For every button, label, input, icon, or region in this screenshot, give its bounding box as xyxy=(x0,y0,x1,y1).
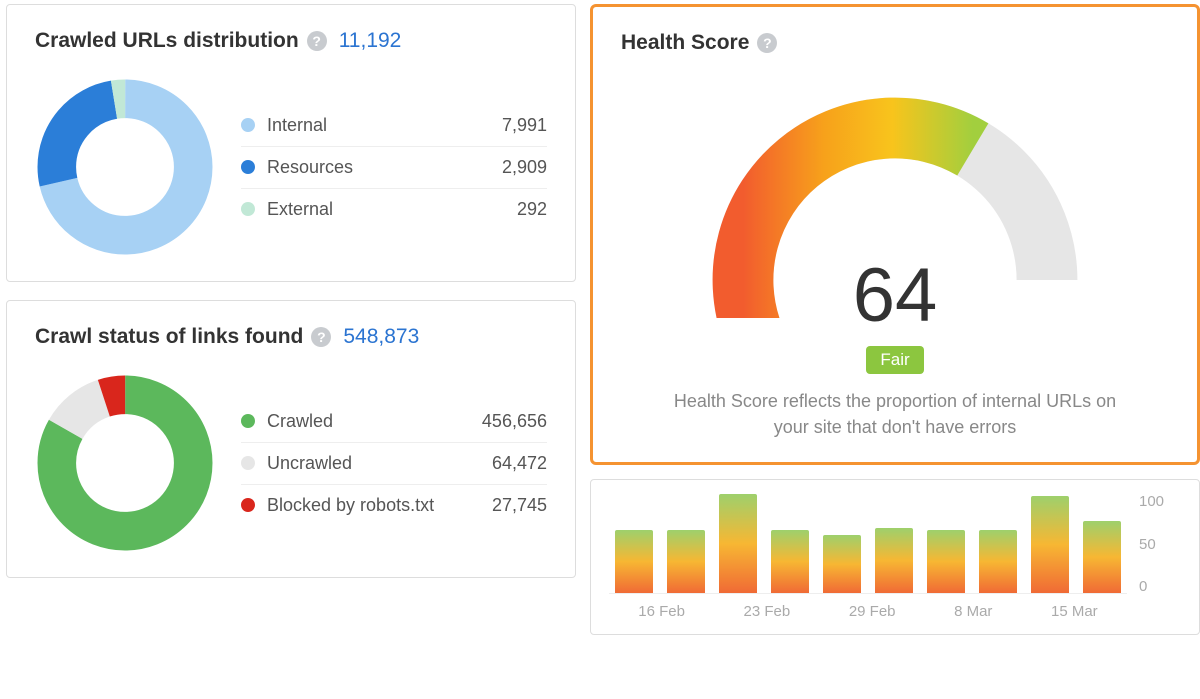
y-tick: 100 xyxy=(1139,494,1181,509)
help-icon[interactable]: ? xyxy=(311,327,331,347)
history-bar[interactable] xyxy=(1083,521,1121,593)
legend-swatch xyxy=(241,414,255,428)
legend-swatch xyxy=(241,456,255,470)
history-bar[interactable] xyxy=(667,530,705,593)
panel-total[interactable]: 11,192 xyxy=(339,29,402,53)
x-tick: 8 Mar xyxy=(954,603,992,620)
panel-header: Health Score ? xyxy=(621,31,1169,55)
legend-row[interactable]: Internal 7,991 xyxy=(241,105,547,147)
health-history-panel: 16 Feb 23 Feb 29 Feb 8 Mar 15 Mar 100 50 0 xyxy=(590,479,1200,635)
legend-label: Resources xyxy=(267,157,353,178)
health-score-description: Health Score reflects the proportion of … xyxy=(665,388,1125,440)
crawled-urls-legend: Internal 7,991 Resources 2,909 External 292 xyxy=(241,105,547,230)
legend-value: 7,991 xyxy=(502,115,547,136)
legend-label: Uncrawled xyxy=(267,453,352,474)
help-icon[interactable]: ? xyxy=(757,33,777,53)
crawl-status-donut xyxy=(35,373,215,553)
legend-row[interactable]: External 292 xyxy=(241,189,547,230)
history-x-axis: 16 Feb 23 Feb 29 Feb 8 Mar 15 Mar xyxy=(609,598,1127,624)
health-score-panel: Health Score ? xyxy=(590,4,1200,465)
legend-label: External xyxy=(267,199,333,220)
history-y-axis: 100 50 0 xyxy=(1139,494,1181,624)
history-bar[interactable] xyxy=(771,530,809,593)
legend-row[interactable]: Crawled 456,656 xyxy=(241,401,547,443)
panel-title: Crawled URLs distribution xyxy=(35,29,299,53)
y-tick: 0 xyxy=(1139,579,1181,594)
history-bar[interactable] xyxy=(927,530,965,593)
legend-swatch xyxy=(241,202,255,216)
legend-value: 64,472 xyxy=(492,453,547,474)
panel-header: Crawled URLs distribution ? 11,192 xyxy=(35,29,547,53)
legend-label: Blocked by robots.txt xyxy=(267,495,434,516)
history-bar[interactable] xyxy=(615,530,653,593)
crawl-status-panel: Crawl status of links found ? 548,873 Cr… xyxy=(6,300,576,578)
history-bar[interactable] xyxy=(823,535,861,594)
crawled-urls-donut xyxy=(35,77,215,257)
x-tick: 29 Feb xyxy=(849,603,896,620)
y-tick: 50 xyxy=(1139,537,1181,552)
x-tick: 16 Feb xyxy=(638,603,685,620)
panel-total[interactable]: 548,873 xyxy=(343,325,419,349)
legend-value: 456,656 xyxy=(482,411,547,432)
history-bars xyxy=(609,494,1127,594)
legend-row[interactable]: Blocked by robots.txt 27,745 xyxy=(241,485,547,526)
health-score-value: 64 xyxy=(853,258,938,334)
panel-header: Crawl status of links found ? 548,873 xyxy=(35,325,547,349)
crawl-status-legend: Crawled 456,656 Uncrawled 64,472 Blocked by … xyxy=(241,401,547,526)
x-tick: 15 Mar xyxy=(1051,603,1098,620)
panel-title: Crawl status of links found xyxy=(35,325,303,349)
legend-value: 292 xyxy=(517,199,547,220)
legend-value: 27,745 xyxy=(492,495,547,516)
legend-swatch xyxy=(241,160,255,174)
legend-row[interactable]: Resources 2,909 xyxy=(241,147,547,189)
history-bar[interactable] xyxy=(979,530,1017,593)
health-score-badge: Fair xyxy=(866,346,923,374)
legend-swatch xyxy=(241,498,255,512)
history-bar[interactable] xyxy=(1031,496,1069,593)
legend-value: 2,909 xyxy=(502,157,547,178)
panel-title: Health Score xyxy=(621,31,749,55)
legend-label: Internal xyxy=(267,115,327,136)
legend-swatch xyxy=(241,118,255,132)
history-bar[interactable] xyxy=(719,494,757,593)
legend-row[interactable]: Uncrawled 64,472 xyxy=(241,443,547,485)
history-bar[interactable] xyxy=(875,528,913,594)
x-tick: 23 Feb xyxy=(744,603,791,620)
crawled-urls-panel: Crawled URLs distribution ? 11,192 Inter… xyxy=(6,4,576,282)
legend-label: Crawled xyxy=(267,411,333,432)
help-icon[interactable]: ? xyxy=(307,31,327,51)
